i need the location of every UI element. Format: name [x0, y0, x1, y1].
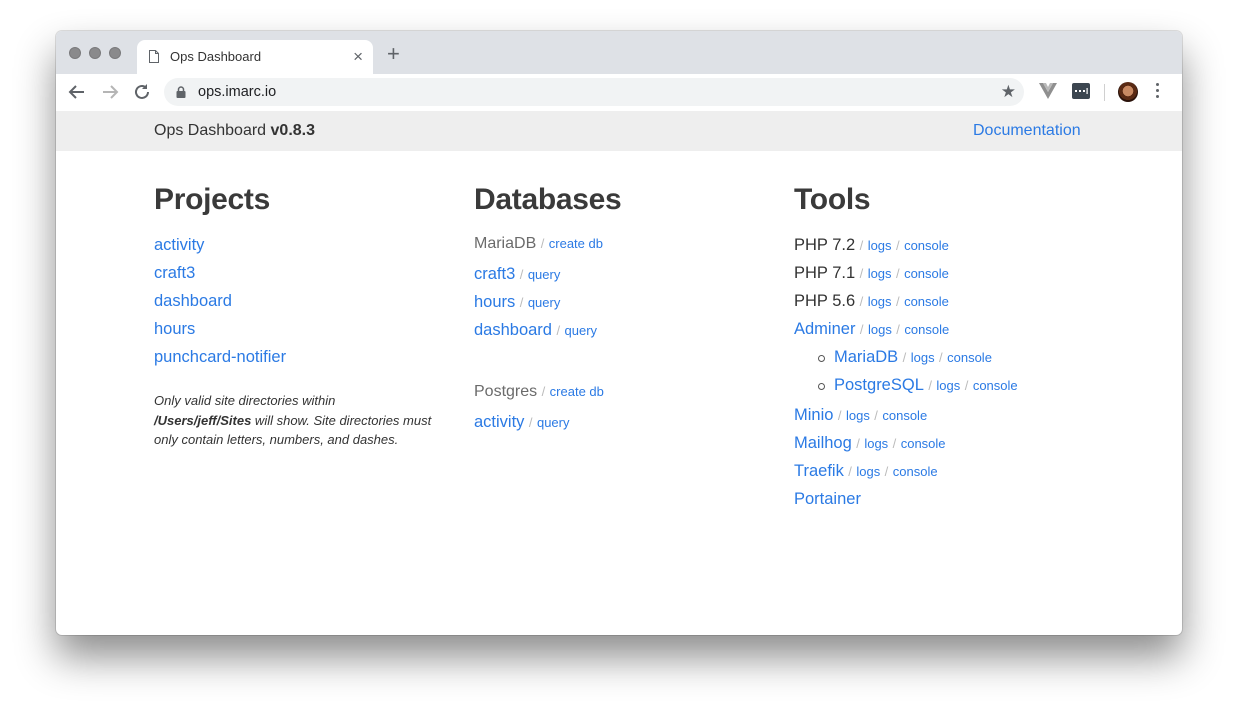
tool-row: PHP 7.2 / logs / console [794, 236, 949, 254]
projects-list: activity craft3 dashboard hours punchcar… [154, 236, 454, 376]
tool-subrow: MariaDB / logs / console [818, 348, 1018, 376]
adminer-sublist: MariaDB / logs / console PostgreSQL / lo… [818, 348, 1018, 404]
tool-name: PHP 5.6 [794, 292, 856, 310]
page-content: Ops Dashboard v0.8.3 Documentation Proje… [56, 111, 1182, 635]
new-tab-button[interactable]: + [387, 43, 400, 65]
browser-toolbar: ops.imarc.io ★ [56, 74, 1182, 112]
console-link[interactable]: console [904, 238, 949, 253]
vue-devtools-icon[interactable] [1039, 83, 1057, 99]
projects-note: Only valid site directories within /User… [154, 393, 432, 447]
close-tab-icon[interactable]: × [353, 47, 363, 67]
db-engine-label: Postgres [474, 383, 538, 400]
project-link[interactable]: craft3 [154, 264, 195, 282]
kebab-menu-icon[interactable] [1156, 83, 1160, 101]
project-link[interactable]: dashboard [154, 292, 232, 310]
db-link[interactable]: dashboard [474, 321, 552, 339]
logs-link[interactable]: logs [911, 350, 935, 365]
extension-icon[interactable] [1072, 83, 1090, 99]
tool-row: Mailhog / logs / console [794, 434, 946, 452]
tool-link[interactable]: Mailhog [794, 434, 852, 452]
app-brand: Ops Dashboard v0.8.3 [154, 122, 315, 140]
query-link[interactable]: query [528, 295, 561, 310]
tab-title: Ops Dashboard [170, 49, 262, 64]
logs-link[interactable]: logs [936, 378, 960, 393]
db-group-postgres: Postgres / create db activity / query [474, 383, 604, 431]
projects-heading: Projects [154, 183, 270, 216]
db-link[interactable]: activity [474, 413, 524, 431]
projects-section: Projects activity craft3 dashboard hours… [154, 183, 454, 450]
console-link[interactable]: console [904, 266, 949, 281]
page-icon [149, 50, 159, 63]
tool-name: PHP 7.2 [794, 236, 856, 254]
console-link[interactable]: console [947, 350, 992, 365]
tool-row: PHP 7.1 / logs / console [794, 264, 949, 282]
query-link[interactable]: query [565, 323, 598, 338]
console-link[interactable]: console [901, 436, 946, 451]
console-link[interactable]: console [904, 322, 949, 337]
databases-heading: Databases [474, 183, 622, 216]
star-icon[interactable]: ★ [1001, 82, 1016, 102]
sites-path: /Users/jeff/Sites [154, 412, 252, 428]
tool-link[interactable]: MariaDB [834, 348, 898, 366]
logs-link[interactable]: logs [864, 436, 888, 451]
back-arrow-icon[interactable] [66, 81, 88, 103]
query-link[interactable]: query [537, 415, 570, 430]
tools-section: Tools PHP 7.2 / logs / console PHP 7.1 /… [794, 183, 1018, 518]
tool-row: Traefik / logs / console [794, 462, 938, 480]
tools-heading: Tools [794, 183, 871, 216]
tab-strip: Ops Dashboard × + [56, 31, 1182, 74]
app-version: v0.8.3 [270, 122, 315, 139]
console-link[interactable]: console [893, 464, 938, 479]
create-db-link[interactable]: create db [550, 384, 604, 399]
tool-link[interactable]: Minio [794, 406, 833, 424]
app-name: Ops Dashboard [154, 122, 267, 139]
profile-avatar[interactable] [1118, 82, 1138, 102]
logs-link[interactable]: logs [846, 408, 870, 423]
lock-icon [176, 86, 186, 98]
address-bar[interactable]: ops.imarc.io ★ [164, 78, 1024, 106]
zoom-window-button[interactable] [109, 47, 121, 59]
project-link[interactable]: activity [154, 236, 204, 254]
console-link[interactable]: console [973, 378, 1018, 393]
tool-row: Adminer / logs / console [794, 320, 950, 338]
reload-icon[interactable] [131, 81, 153, 103]
minimize-window-button[interactable] [89, 47, 101, 59]
logs-link[interactable]: logs [868, 238, 892, 253]
tools-list: PHP 7.2 / logs / console PHP 7.1 / logs … [794, 236, 1018, 518]
db-engine-label: MariaDB [474, 235, 537, 252]
tool-link[interactable]: Traefik [794, 462, 844, 480]
tool-name: PHP 7.1 [794, 264, 856, 282]
project-link[interactable]: punchcard-notifier [154, 348, 286, 366]
tool-link[interactable]: Portainer [794, 490, 861, 508]
db-link[interactable]: craft3 [474, 265, 515, 283]
console-link[interactable]: console [904, 294, 949, 309]
logs-link[interactable]: logs [856, 464, 880, 479]
db-group-mariadb: MariaDB / create db craft3 / query hours… [474, 235, 603, 339]
forward-arrow-icon[interactable] [99, 81, 121, 103]
tool-row: PHP 5.6 / logs / console [794, 292, 949, 310]
create-db-link[interactable]: create db [549, 236, 603, 251]
logs-link[interactable]: logs [868, 322, 892, 337]
tool-subrow: PostgreSQL / logs / console [818, 376, 1018, 404]
tool-link[interactable]: PostgreSQL [834, 376, 924, 394]
browser-window: Ops Dashboard × + ops.imarc.io ★ Ops Das… [56, 31, 1182, 635]
logs-link[interactable]: logs [868, 266, 892, 281]
tool-row: Minio / logs / console [794, 406, 928, 424]
app-header: Ops Dashboard v0.8.3 Documentation [56, 111, 1182, 151]
close-window-button[interactable] [69, 47, 81, 59]
query-link[interactable]: query [528, 267, 561, 282]
db-link[interactable]: hours [474, 293, 515, 311]
tool-link[interactable]: Adminer [794, 320, 855, 338]
browser-tab[interactable]: Ops Dashboard × [137, 40, 373, 74]
toolbar-divider [1104, 84, 1105, 101]
project-link[interactable]: hours [154, 320, 195, 338]
documentation-link[interactable]: Documentation [973, 122, 1081, 140]
tool-row: Portainer [794, 490, 1018, 518]
url-text[interactable]: ops.imarc.io [198, 84, 276, 100]
console-link[interactable]: console [882, 408, 927, 423]
logs-link[interactable]: logs [868, 294, 892, 309]
databases-section: Databases MariaDB / create db craft3 / q… [474, 183, 622, 441]
